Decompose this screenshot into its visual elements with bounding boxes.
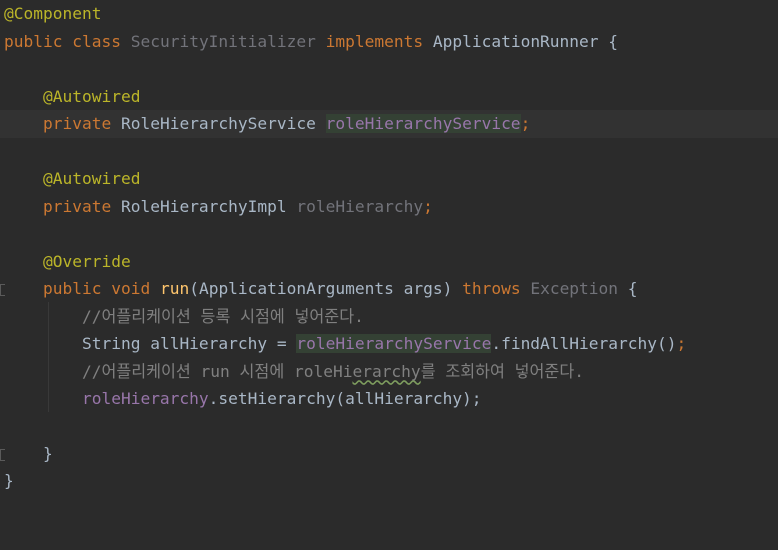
method-name[interactable]: run [160,279,189,298]
component-annotation: @Component [4,4,102,23]
comment-part: 를 조회하여 넣어준다. [420,361,584,381]
field-role-hierarchy[interactable]: roleHierarchy [296,197,423,216]
comment-part: //어플리케이션 run 시점에 roleHi [81,361,353,381]
class-name: SecurityInitializer [130,31,316,51]
keyword-class: class [72,31,121,51]
semicolon: ; [676,334,687,353]
comment: //어플리케이션 등록 시점에 넣어준다. [81,306,364,326]
close-brace: } [42,444,53,463]
code-line-14[interactable]: //어플리케이션 run 시점에 roleHierarchy를 조회하여 넣어준… [0,358,778,386]
keyword-void: void [111,279,151,298]
code-editor[interactable]: @Component public class SecurityInitiali… [0,0,778,494]
keyword-throws: throws [462,279,521,298]
autowired-annotation: @Autowired [42,86,141,106]
code-line-11[interactable]: public void run(ApplicationArguments arg… [0,275,778,303]
local-type: String [81,334,141,353]
code-line-17[interactable]: } [0,440,778,468]
field-role-hierarchy[interactable]: roleHierarchy [82,389,209,408]
method-call: .findAllHierarchy() [491,334,677,353]
field-type: RoleHierarchyService [120,114,316,133]
code-line-5-current[interactable]: private RoleHierarchyService roleHierarc… [0,110,778,138]
code-line-10[interactable]: @Override [0,248,778,276]
code-line-2[interactable]: public class SecurityInitializer impleme… [0,28,778,56]
keyword-implements: implements [325,31,424,51]
semicolon: ; [423,196,433,216]
code-line-7[interactable]: @Autowired [0,165,778,193]
keyword-private: private [42,114,112,133]
override-annotation: @Override [42,251,131,271]
close-brace: } [4,471,14,490]
code-line-4[interactable]: @Autowired [0,83,778,111]
code-line-12[interactable]: //어플리케이션 등록 시점에 넣어준다. [0,303,778,331]
open-brace: { [627,279,638,298]
field-type: RoleHierarchyImpl [120,196,287,216]
code-line-13[interactable]: String allHierarchy = roleHierarchyServi… [0,330,778,358]
typo-squiggle: erarchy [352,361,421,381]
semicolon: ; [520,114,531,133]
code-line-8[interactable]: private RoleHierarchyImpl roleHierarchy; [0,193,778,221]
local-variable: allHierarchy = [150,334,287,353]
keyword-public: public [4,31,63,51]
comment: //어플리케이션 run 시점에 roleHierarchy를 조회하여 넣어준… [82,362,584,381]
exception-type: Exception [530,279,619,298]
autowired-annotation: @Autowired [42,169,141,188]
interface-name: ApplicationRunner [432,31,599,51]
code-line-1[interactable]: @Component [0,0,778,28]
keyword-private: private [42,196,112,216]
code-line-18[interactable]: } [0,467,778,495]
code-line-15[interactable]: roleHierarchy.setHierarchy(allHierarchy)… [0,385,778,413]
open-brace: { [608,31,619,51]
method-params: (ApplicationArguments args) [189,279,453,298]
keyword-public: public [42,279,102,298]
field-role-hierarchy-service[interactable]: roleHierarchyService [325,114,521,133]
method-call: .setHierarchy(allHierarchy); [208,389,482,408]
field-role-hierarchy-service[interactable]: roleHierarchyService [296,334,492,353]
